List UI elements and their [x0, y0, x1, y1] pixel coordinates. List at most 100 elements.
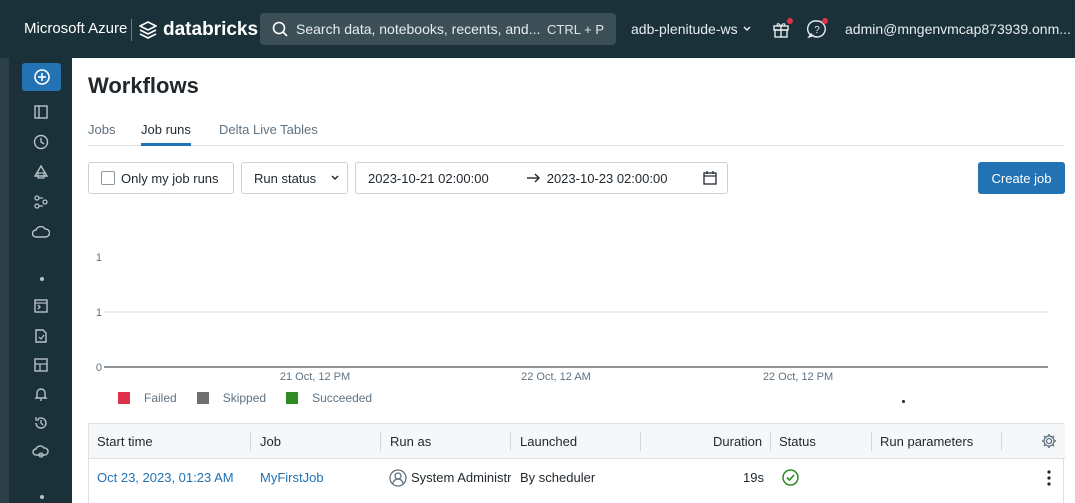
workflow-tabs: Jobs Job runs Delta Live Tables [88, 122, 1064, 146]
column-divider[interactable] [871, 432, 872, 451]
column-header-duration[interactable]: Duration [713, 434, 762, 449]
search-placeholder: Search data, notebooks, recents, and... [296, 21, 541, 37]
arrow-right-icon [526, 173, 540, 183]
only-my-runs-checkbox[interactable] [101, 171, 115, 185]
column-divider[interactable] [380, 432, 381, 451]
column-header-launched[interactable]: Launched [520, 434, 577, 449]
warehouse-icon [32, 445, 49, 458]
whats-new-button[interactable] [772, 18, 793, 41]
sidebar-item-queries[interactable] [31, 326, 51, 346]
date-from-input[interactable]: 2023-10-21 02:00:00 [368, 171, 489, 186]
legend-swatch-succeeded [286, 392, 299, 404]
column-divider[interactable] [770, 432, 771, 451]
job-runs-chart: 1 1 0 21 Oct, 12 PM 22 Oct, 12 AM 22 Oct, 12 … [96, 252, 1048, 383]
column-header-job[interactable]: Job [260, 434, 281, 449]
run-status-label: Run status [254, 170, 317, 186]
y-tick-label: 1 [96, 307, 102, 319]
column-divider[interactable] [640, 432, 641, 451]
only-my-runs-label: Only my job runs [121, 170, 219, 186]
job-runs-table: Start time Job Run as Launched Duration … [88, 423, 1065, 503]
sidebar-item-query-history[interactable] [31, 413, 51, 433]
new-button[interactable] [22, 63, 61, 91]
column-divider[interactable] [1001, 432, 1002, 451]
cursor-dot [902, 400, 905, 403]
sidebar-section-dot [40, 495, 44, 499]
sidebar-item-recents[interactable] [31, 132, 51, 152]
brand-divider [131, 19, 132, 41]
table-row[interactable]: Oct 23, 2023, 01:23 AM MyFirstJob System… [89, 459, 1065, 497]
run-status-dropdown[interactable]: Run status [241, 162, 348, 194]
create-job-button[interactable]: Create job [978, 162, 1065, 194]
clock-icon [33, 134, 49, 150]
legend-label-failed[interactable]: Failed [144, 391, 177, 405]
x-tick-label: 22 Oct, 12 PM [763, 371, 833, 383]
column-header-run-parameters[interactable]: Run parameters [880, 434, 973, 449]
column-divider[interactable] [510, 432, 511, 451]
duration-value: 19s [743, 470, 764, 485]
launched-value: By scheduler [520, 470, 596, 485]
column-header-status[interactable]: Status [779, 434, 816, 449]
page-title: Workflows [88, 73, 199, 98]
legend-label-skipped[interactable]: Skipped [223, 391, 266, 405]
plus-circle-icon [33, 69, 50, 85]
main-content: Workflows Jobs Job runs Delta Live Table… [72, 58, 1075, 503]
databricks-logo[interactable]: databricks [139, 19, 258, 41]
tab-delta-live-tables[interactable]: Delta Live Tables [219, 122, 318, 143]
sidebar-item-catalog[interactable] [31, 162, 51, 182]
sidebar-item-dashboards[interactable] [31, 355, 51, 375]
gear-icon[interactable] [1041, 433, 1057, 449]
left-sidebar [9, 58, 72, 503]
history-icon [35, 417, 47, 429]
x-tick-label: 22 Oct, 12 AM [521, 371, 591, 383]
kebab-menu-icon[interactable] [1047, 470, 1051, 486]
user-icon [389, 469, 407, 487]
user-menu[interactable]: admin@mngenvmcap873939.onm... [845, 21, 1075, 37]
sidebar-item-workflows[interactable] [31, 192, 51, 212]
cloud-icon [32, 225, 50, 238]
search-icon [272, 21, 288, 37]
product-name: databricks [163, 19, 259, 40]
job-link[interactable]: MyFirstJob [260, 470, 324, 485]
azure-brand[interactable]: Microsoft Azure [24, 20, 127, 37]
calendar-icon [703, 171, 718, 185]
chart-legend: Failed Skipped Succeeded [118, 391, 392, 405]
bell-icon [34, 388, 48, 401]
databricks-icon [139, 21, 157, 39]
chevron-down-icon [743, 26, 751, 32]
top-bar: Microsoft Azure databricks Search data, … [0, 0, 1075, 58]
workspace-switcher[interactable]: adb-plenitude-ws [631, 21, 752, 37]
sidebar-item-compute[interactable] [31, 222, 51, 242]
help-button[interactable]: ? [806, 18, 828, 42]
sidebar-item-sql-editor[interactable] [31, 296, 51, 316]
chevron-down-icon [331, 175, 339, 180]
sidebar-item-alerts[interactable] [31, 384, 51, 404]
run-as-value: System Administr [411, 470, 511, 485]
date-range-picker[interactable]: 2023-10-21 02:00:00 2023-10-23 02:00:00 [355, 162, 728, 194]
sidebar-section-dot [40, 277, 44, 281]
tab-jobs[interactable]: Jobs [88, 122, 115, 143]
catalog-icon [33, 164, 49, 179]
y-tick-label: 1 [96, 252, 102, 264]
table-header: Start time Job Run as Launched Duration … [89, 424, 1065, 459]
sidebar-item-workspace[interactable] [31, 102, 51, 122]
x-tick-label: 21 Oct, 12 PM [280, 371, 350, 383]
query-file-icon [35, 329, 47, 343]
legend-label-succeeded[interactable]: Succeeded [312, 391, 372, 405]
tab-job-runs[interactable]: Job runs [141, 122, 191, 146]
global-search[interactable]: Search data, notebooks, recents, and... … [260, 13, 616, 45]
sql-editor-icon [34, 299, 48, 313]
start-time-link[interactable]: Oct 23, 2023, 01:23 AM [97, 470, 234, 485]
only-my-runs-filter[interactable]: Only my job runs [88, 162, 234, 194]
column-header-start-time[interactable]: Start time [97, 434, 153, 449]
dashboard-icon [34, 358, 48, 372]
column-divider[interactable] [250, 432, 251, 451]
sidebar-item-sql-warehouses[interactable] [31, 442, 51, 462]
date-to-input[interactable]: 2023-10-23 02:00:00 [547, 171, 668, 186]
workspace-name: adb-plenitude-ws [631, 21, 738, 37]
workspace-icon [34, 105, 48, 119]
legend-swatch-failed [118, 392, 130, 404]
svg-text:?: ? [814, 25, 820, 36]
y-tick-label: 0 [96, 362, 102, 374]
column-header-run-as[interactable]: Run as [390, 434, 431, 449]
window-left-edge [0, 58, 9, 503]
